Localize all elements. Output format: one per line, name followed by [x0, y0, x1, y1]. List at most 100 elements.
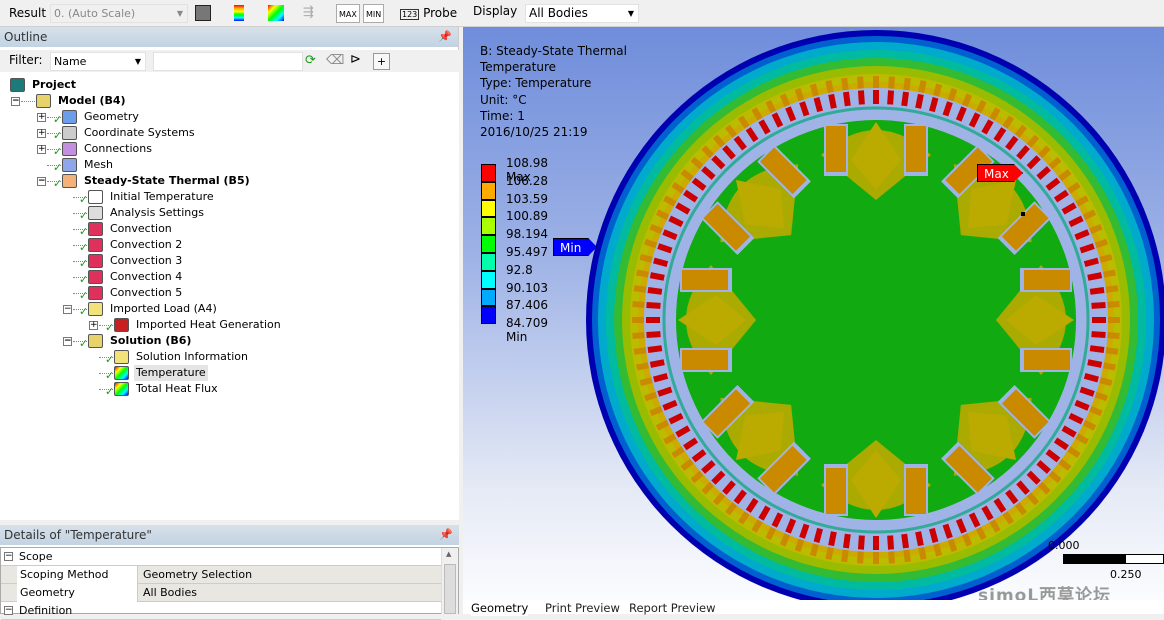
filter-tree-icon[interactable]: ⊳: [350, 52, 361, 67]
tree-item[interactable]: + ✓ Geometry: [0, 109, 459, 126]
permanent-magnet: [826, 126, 846, 172]
tree-item[interactable]: − ✓ Steady-State Thermal (B5): [0, 173, 459, 190]
tree-item[interactable]: + ✓ Coordinate Systems: [0, 125, 459, 142]
details-panel: Details of "Temperature" 📌 − Scope Scoping…: [0, 525, 459, 620]
contour-legend-icon[interactable]: [234, 5, 244, 21]
tree-item[interactable]: ✓ Convection 3: [0, 253, 459, 270]
filter-dropdown[interactable]: Name ▼: [50, 52, 146, 71]
tree-item-label: Analysis Settings: [110, 206, 204, 219]
definition-group[interactable]: − Definition: [1, 602, 441, 620]
vector-arrows-icon[interactable]: ⇶: [303, 5, 319, 21]
convection-icon: [88, 270, 103, 284]
max-point-marker: [1021, 212, 1025, 216]
winding-conductor: [646, 301, 661, 309]
legend-label: 100.89: [506, 209, 548, 224]
tree-item[interactable]: − ✓ Solution (B6): [0, 333, 459, 350]
tree-item[interactable]: Project: [0, 77, 459, 93]
permanent-magnet: [682, 270, 728, 290]
tree-item-label: Model (B4): [58, 94, 126, 107]
tree-item[interactable]: ✓ Initial Temperature: [0, 189, 459, 206]
expand-icon[interactable]: +: [37, 145, 46, 154]
collapse-icon[interactable]: −: [63, 337, 72, 346]
tree-item[interactable]: − ✓ Imported Load (A4): [0, 301, 459, 318]
tree-item[interactable]: ✓ Analysis Settings: [0, 205, 459, 222]
mesh-icon: [62, 158, 77, 172]
legend-swatch: [481, 181, 496, 200]
imported-load-icon: [88, 302, 103, 316]
tree-item[interactable]: ✓ Convection: [0, 221, 459, 238]
permanent-magnet: [906, 126, 926, 172]
collapse-icon[interactable]: −: [63, 305, 72, 314]
detail-row[interactable]: Scoping Method Geometry Selection: [1, 566, 441, 584]
outline-header: Outline 📌: [0, 27, 458, 47]
info-system: B: Steady-State Thermal: [480, 44, 627, 58]
filter-label: Filter:: [9, 53, 43, 67]
show-min-button[interactable]: MIN: [363, 4, 385, 23]
min-flag[interactable]: Min: [553, 238, 597, 256]
max-flag[interactable]: Max: [977, 164, 1023, 182]
show-max-button[interactable]: MAX: [336, 4, 360, 23]
tree-item[interactable]: ✓ Total Heat Flux: [0, 381, 459, 398]
refresh-icon[interactable]: ⟳: [305, 53, 316, 68]
check-icon: ✓: [105, 385, 115, 398]
expand-icon[interactable]: +: [37, 129, 46, 138]
scale-dropdown[interactable]: 0. (Auto Scale) ▼: [50, 4, 188, 23]
expand-icon[interactable]: +: [89, 321, 98, 330]
tree-item[interactable]: ✓ Temperature: [0, 365, 459, 382]
detail-value[interactable]: Geometry Selection: [139, 566, 441, 584]
tree-item-label: Total Heat Flux: [136, 382, 218, 395]
details-scrollbar[interactable]: ▲: [441, 548, 458, 614]
detail-key: Scoping Method: [17, 566, 138, 584]
collapse-icon[interactable]: −: [37, 177, 46, 186]
tree-item[interactable]: ✓ Solution Information: [0, 349, 459, 366]
tree-item-label: Coordinate Systems: [84, 126, 195, 139]
winding-conductor: [1092, 317, 1106, 323]
graphics-viewport[interactable]: B: Steady-State Thermal Temperature Type…: [463, 27, 1164, 606]
details-grid: − Scope Scoping Method Geometry Selection …: [0, 547, 459, 620]
geometry-display-icon[interactable]: [195, 5, 211, 21]
outline-tree: Project − Model (B4) + ✓ Geometry + ✓ Coordinate…: [0, 72, 459, 520]
display-value: All Bodies: [529, 6, 588, 20]
tree-item-label: Convection 2: [110, 238, 183, 251]
detail-row[interactable]: Geometry All Bodies: [1, 584, 441, 602]
tree-item[interactable]: − Model (B4): [0, 93, 459, 109]
tree-item[interactable]: ✓ Convection 2: [0, 237, 459, 254]
pin-icon[interactable]: 📌: [439, 525, 453, 545]
expand-icon[interactable]: +: [37, 113, 46, 122]
scroll-up-icon[interactable]: ▲: [446, 550, 451, 558]
tree-item[interactable]: ✓ Convection 4: [0, 269, 459, 286]
eraser-icon[interactable]: ⌫: [326, 53, 344, 68]
connections-icon: [62, 142, 77, 156]
tree-item[interactable]: + ✓ Imported Heat Generation: [0, 317, 459, 334]
analysis-settings-icon: [88, 206, 103, 220]
collapse-icon[interactable]: −: [4, 552, 13, 561]
tree-item-label: Solution Information: [136, 350, 248, 363]
definition-label: Definition: [19, 604, 73, 617]
convection-icon: [88, 286, 103, 300]
probe-button[interactable]: 123 Probe: [400, 4, 457, 23]
permanent-magnet: [1024, 270, 1070, 290]
detail-value[interactable]: All Bodies: [139, 584, 441, 602]
stator-slot: [873, 552, 879, 564]
winding-conductor: [646, 317, 660, 323]
tree-item[interactable]: ✓ Mesh: [0, 157, 459, 174]
tree-item[interactable]: + ✓ Connections: [0, 141, 459, 158]
details-header: Details of "Temperature" 📌: [0, 525, 459, 545]
collapse-icon[interactable]: −: [11, 97, 20, 106]
pin-icon[interactable]: 📌: [438, 27, 452, 47]
contour-style-icon[interactable]: [268, 5, 284, 21]
scrollbar-thumb[interactable]: [444, 564, 456, 614]
tree-item-label: Project: [32, 78, 77, 91]
expand-all-icon[interactable]: +: [373, 53, 390, 70]
scope-group[interactable]: − Scope: [1, 548, 441, 566]
scale-value: 0. (Auto Scale): [54, 7, 136, 20]
filter-search-input[interactable]: [153, 52, 303, 71]
permanent-magnet: [826, 468, 846, 514]
scale-end-label: 0.250: [1110, 568, 1142, 581]
stator-slot: [1107, 301, 1120, 308]
display-dropdown[interactable]: All Bodies ▼: [525, 4, 639, 23]
legend-swatch: [481, 217, 496, 236]
tree-item[interactable]: ✓ Convection 5: [0, 285, 459, 302]
outline-title: Outline: [4, 30, 48, 44]
tree-item-label: Imported Load (A4): [110, 302, 217, 315]
